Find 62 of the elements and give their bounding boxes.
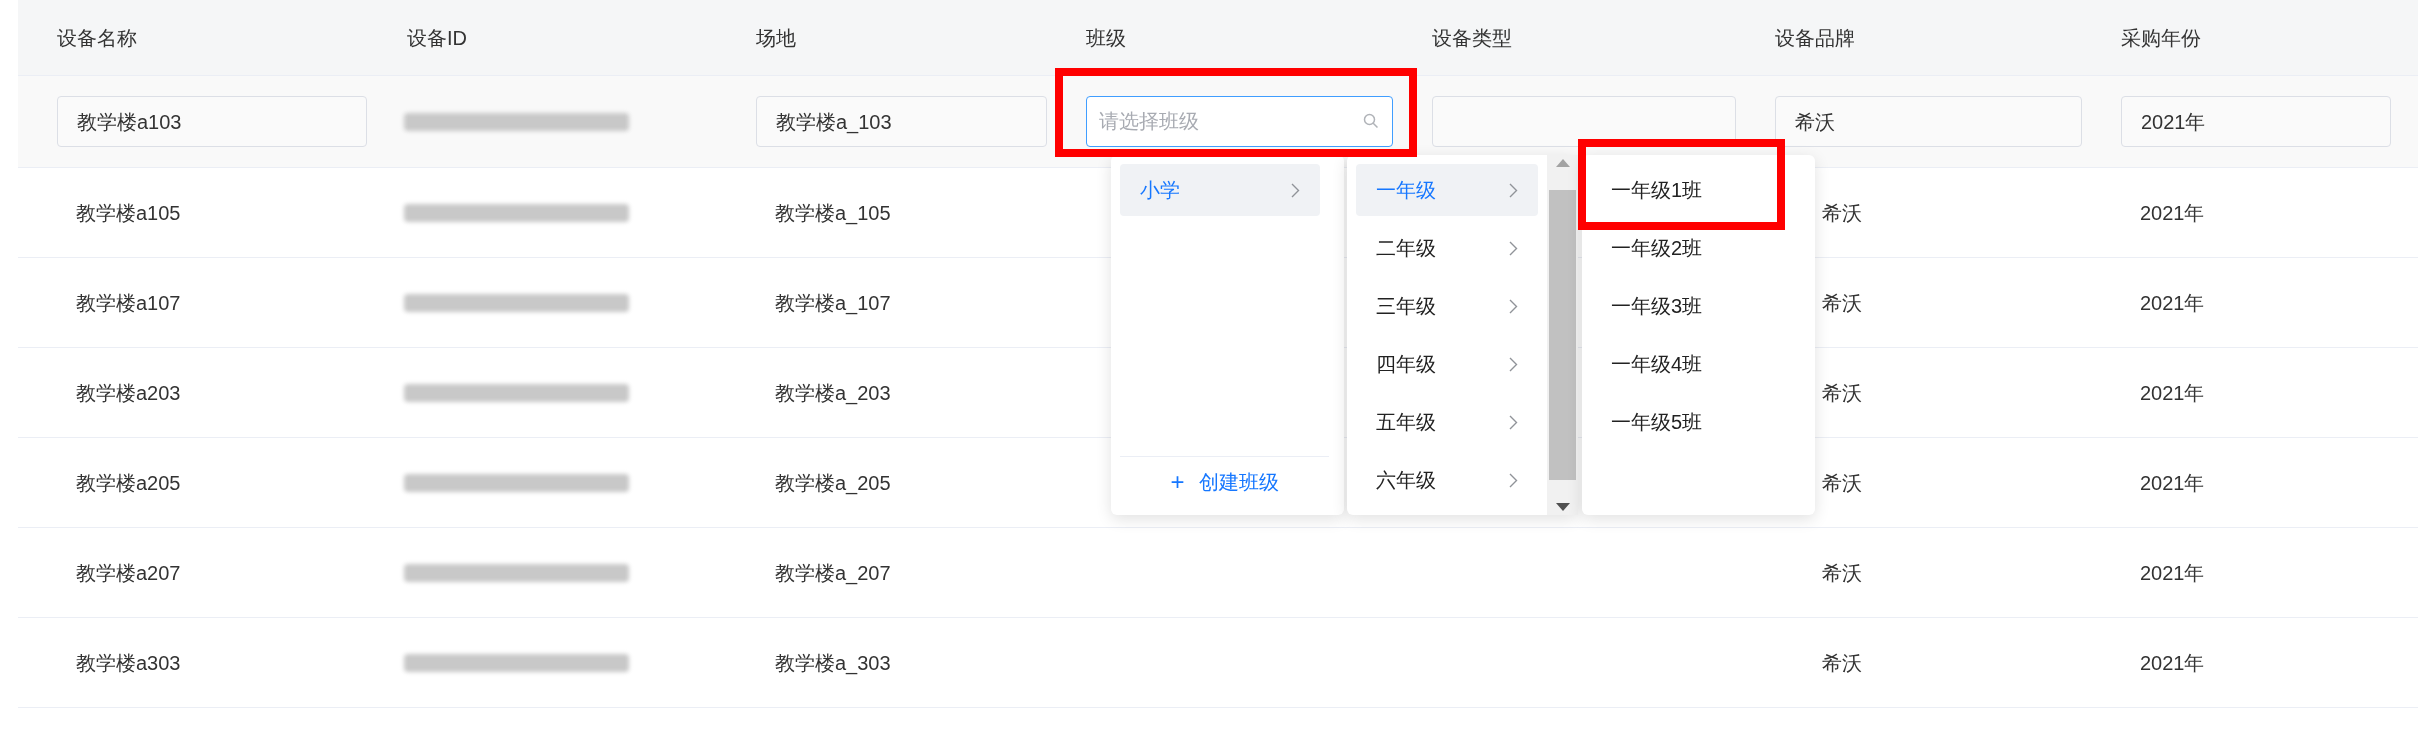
input-field[interactable]: 2021年 [2121,96,2391,147]
menu-item[interactable]: 一年级 [1356,164,1538,216]
input-field[interactable] [1432,96,1736,147]
create-class-button[interactable]: + 创建班级 [1120,456,1329,506]
table-cell-text: 2021年 [2140,560,2205,586]
menu-item[interactable]: 一年级1班 [1591,164,1791,216]
column-header: 设备ID [407,25,467,51]
column-header: 场地 [756,25,796,51]
chevron-right-icon [1509,240,1518,256]
table-cell-text: 教学楼a203 [76,380,181,406]
menu-item[interactable]: 四年级 [1356,338,1538,390]
search-icon [1363,113,1379,129]
table-cell-text: 希沃 [1822,200,1862,226]
menu-item[interactable]: 一年级4班 [1591,338,1791,390]
up-arrow-icon[interactable] [1555,159,1570,167]
column-header: 采购年份 [2121,25,2201,51]
menu-item[interactable]: 一年级5班 [1591,396,1791,448]
table-cell-text: 2021年 [2140,200,2205,226]
chevron-right-icon [1509,356,1518,372]
menu-item[interactable]: 五年级 [1356,396,1538,448]
menu-item[interactable]: 一年级3班 [1591,280,1791,332]
scrollbar-thumb[interactable] [1549,190,1576,480]
down-arrow-icon[interactable] [1555,503,1570,511]
table-cell-text: 希沃 [1822,380,1862,406]
table-cell-text: 希沃 [1822,560,1862,586]
table-cell-text: 教学楼a107 [76,290,181,316]
chevron-right-icon [1509,472,1518,488]
chevron-right-icon [1509,298,1518,314]
table-cell-text: 2021年 [2140,380,2205,406]
table-cell-text: 教学楼a_105 [775,200,891,227]
scrollbar[interactable] [1547,155,1578,515]
table-cell-text: 教学楼a_203 [775,380,891,407]
input-field[interactable]: 教学楼a_103 [756,96,1047,147]
table-cell-text: 教学楼a_303 [775,650,891,677]
menu-item[interactable]: 一年级2班 [1591,222,1791,274]
table-cell-text: 2021年 [2140,650,2205,676]
table-cell-text: 2021年 [2140,470,2205,496]
table-cell-text: 教学楼a303 [76,650,181,676]
table-cell-text: 教学楼a207 [76,560,181,586]
menu-item[interactable]: 小学 [1120,164,1320,216]
table-cell-text: 教学楼a_207 [775,560,891,587]
chevron-right-icon [1291,182,1300,198]
menu-item[interactable]: 三年级 [1356,280,1538,332]
column-header: 班级 [1086,25,1126,51]
table-cell-text: 希沃 [1822,290,1862,316]
table-cell-text: 教学楼a105 [76,200,181,226]
chevron-right-icon [1509,414,1518,430]
table-cell-text: 希沃 [1822,470,1862,496]
column-header: 设备品牌 [1775,25,1855,51]
table-cell-text: 教学楼a205 [76,470,181,496]
table-cell-text: 教学楼a_107 [775,290,891,317]
table-cell-text: 教学楼a_205 [775,470,891,497]
search-field[interactable]: 请选择班级 [1086,96,1393,147]
column-header: 设备类型 [1432,25,1512,51]
menu-item[interactable]: 二年级 [1356,222,1538,274]
input-field[interactable]: 教学楼a103 [57,96,367,147]
menu-item[interactable]: 六年级 [1356,454,1538,506]
table-cell-text: 希沃 [1822,650,1862,676]
input-field[interactable]: 希沃 [1775,96,2082,147]
column-header: 设备名称 [57,25,137,51]
chevron-right-icon [1509,182,1518,198]
table-cell-text: 2021年 [2140,290,2205,316]
